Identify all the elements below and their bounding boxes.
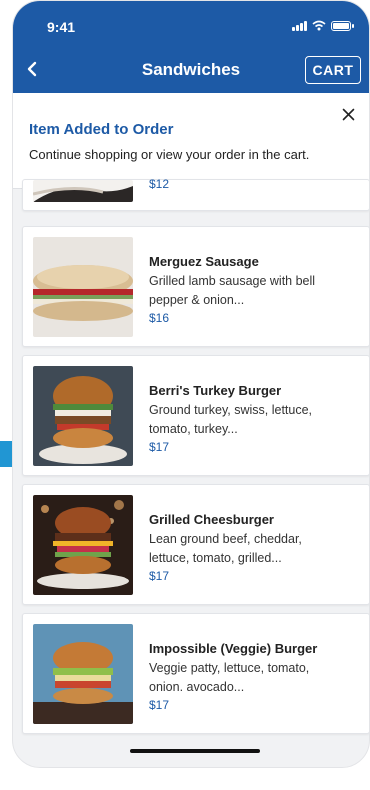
item-price: $17 <box>149 440 170 454</box>
chevron-left-icon <box>27 61 37 77</box>
list-item[interactable]: Grilled Cheesburger Lean ground beef, ch… <box>22 484 369 605</box>
item-name: Merguez Sausage <box>149 254 259 269</box>
back-button[interactable] <box>21 58 43 80</box>
item-added-banner: Item Added to Order Continue shopping or… <box>13 93 369 189</box>
banner-title: Item Added to Order <box>29 121 174 138</box>
item-price: $17 <box>149 698 170 712</box>
side-tab-marker <box>0 441 12 467</box>
item-price: $16 <box>149 311 170 325</box>
item-photo <box>33 495 133 595</box>
list-item[interactable]: Merguez Sausage Grilled lamb sausage wit… <box>22 226 369 347</box>
top-bar: 9:41 Sandwiches CART <box>13 1 369 93</box>
cart-button[interactable]: CART <box>305 56 361 84</box>
item-description: Grilled lamb sausage with bell pepper & … <box>149 274 316 307</box>
item-photo <box>33 624 133 724</box>
item-name: Impossible (Veggie) Burger <box>149 641 318 656</box>
item-photo <box>33 180 133 202</box>
close-icon <box>342 108 354 120</box>
wifi-icon <box>312 20 326 31</box>
banner-message: Continue shopping or view your order in … <box>29 147 310 162</box>
item-photo <box>33 366 133 466</box>
battery-icon <box>331 20 354 31</box>
item-description: Veggie patty, lettuce, tomato, onion. av… <box>149 661 310 694</box>
close-button[interactable] <box>337 103 359 125</box>
status-icons <box>292 20 354 31</box>
item-description: Ground turkey, swiss, lettuce, tomato, t… <box>149 403 313 436</box>
phone-screen: 9:41 Sandwiches CART Item Added to Order… <box>12 0 370 768</box>
status-time: 9:41 <box>47 19 76 35</box>
item-photo <box>33 237 133 337</box>
list-item[interactable]: Berri's Turkey Burger Ground turkey, swi… <box>22 355 369 476</box>
item-name: Berri's Turkey Burger <box>149 383 282 398</box>
item-description: Lean ground beef, cheddar, lettuce, toma… <box>149 532 302 565</box>
home-indicator[interactable] <box>130 749 260 753</box>
item-price: $17 <box>149 569 170 583</box>
list-item[interactable]: $12 <box>22 177 369 211</box>
item-price: $12 <box>149 177 170 191</box>
signal-icon <box>292 20 307 31</box>
list-item[interactable]: Impossible (Veggie) Burger Veggie patty,… <box>22 613 369 734</box>
item-name: Grilled Cheesburger <box>149 512 274 527</box>
